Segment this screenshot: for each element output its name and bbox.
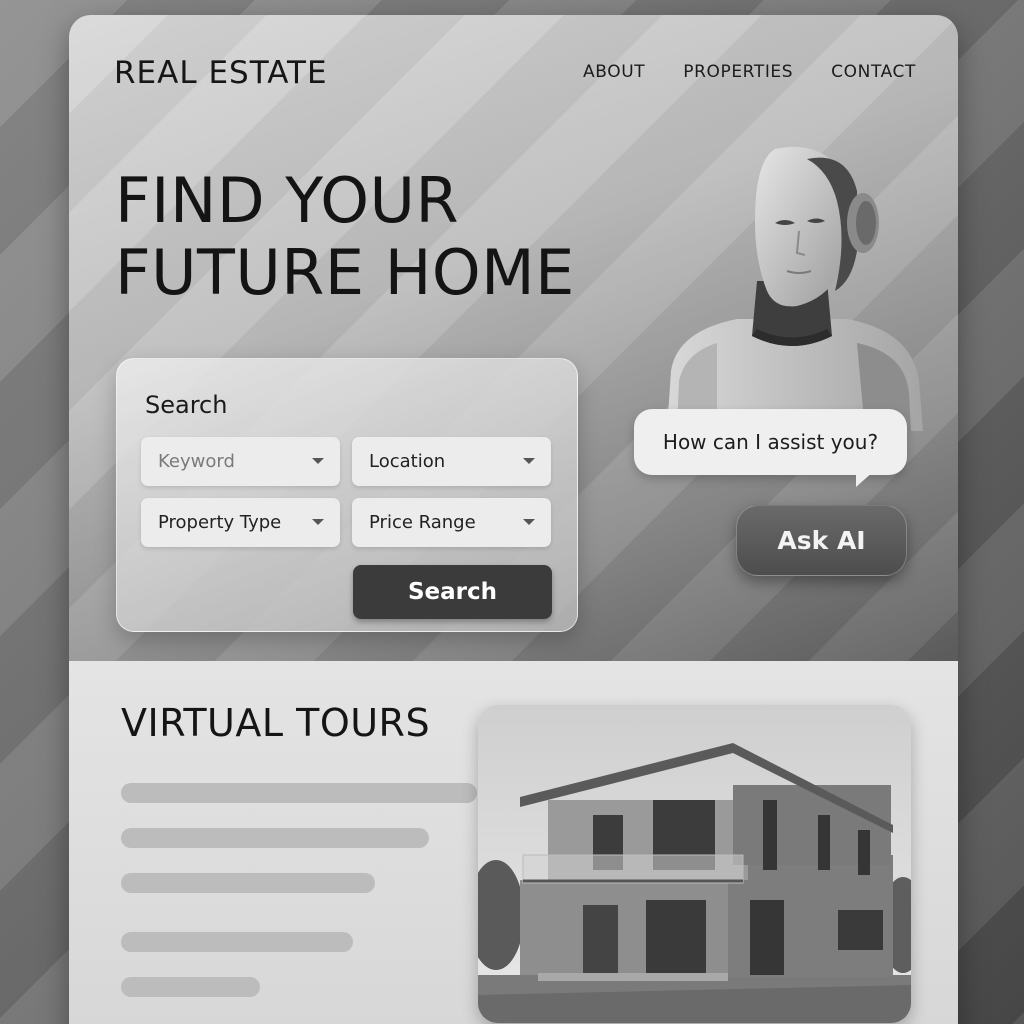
search-button[interactable]: Search bbox=[353, 565, 552, 619]
hero-section: REAL ESTATE ABOUT PROPERTIES CONTACT FIN… bbox=[69, 15, 958, 661]
brand-logo[interactable]: REAL ESTATE bbox=[114, 55, 328, 91]
virtual-tours-section: VIRTUAL TOURS bbox=[69, 661, 958, 1024]
text-placeholder-line bbox=[121, 828, 429, 848]
chevron-down-icon bbox=[523, 519, 535, 525]
search-title: Search bbox=[145, 391, 228, 419]
house-image[interactable] bbox=[478, 705, 911, 1023]
property-type-dropdown-label: Property Type bbox=[158, 512, 282, 533]
assistant-bubble: How can I assist you? bbox=[634, 409, 907, 475]
text-placeholder-line bbox=[121, 783, 477, 803]
chevron-down-icon bbox=[312, 458, 324, 464]
keyword-dropdown-label: Keyword bbox=[158, 451, 235, 472]
text-placeholder-line bbox=[121, 977, 260, 997]
location-dropdown[interactable]: Location bbox=[352, 437, 551, 486]
chevron-down-icon bbox=[523, 458, 535, 464]
chevron-down-icon bbox=[312, 519, 324, 525]
text-placeholder-line bbox=[121, 873, 375, 893]
location-dropdown-label: Location bbox=[369, 451, 446, 472]
speech-bubble-tail bbox=[856, 471, 874, 487]
price-range-dropdown-label: Price Range bbox=[369, 512, 476, 533]
text-placeholder-line bbox=[121, 932, 353, 952]
property-type-dropdown[interactable]: Property Type bbox=[141, 498, 340, 547]
virtual-tours-title: VIRTUAL TOURS bbox=[121, 701, 431, 745]
keyword-dropdown[interactable]: Keyword bbox=[141, 437, 340, 486]
page-frame: REAL ESTATE ABOUT PROPERTIES CONTACT FIN… bbox=[69, 15, 958, 1024]
main-nav: ABOUT PROPERTIES CONTACT bbox=[583, 62, 916, 82]
headline-line-1: FIND YOUR bbox=[115, 164, 460, 237]
hero-headline: FIND YOUR FUTURE HOME bbox=[115, 165, 575, 309]
search-panel: Search Keyword Location Property Type Pr… bbox=[116, 358, 578, 632]
nav-about[interactable]: ABOUT bbox=[583, 62, 645, 82]
nav-contact[interactable]: CONTACT bbox=[831, 62, 916, 82]
headline-line-2: FUTURE HOME bbox=[115, 236, 575, 309]
modern-house-illustration bbox=[478, 705, 911, 1023]
nav-properties[interactable]: PROPERTIES bbox=[683, 62, 793, 82]
price-range-dropdown[interactable]: Price Range bbox=[352, 498, 551, 547]
ask-ai-button[interactable]: Ask AI bbox=[736, 505, 907, 576]
ai-robot-image bbox=[667, 146, 923, 431]
